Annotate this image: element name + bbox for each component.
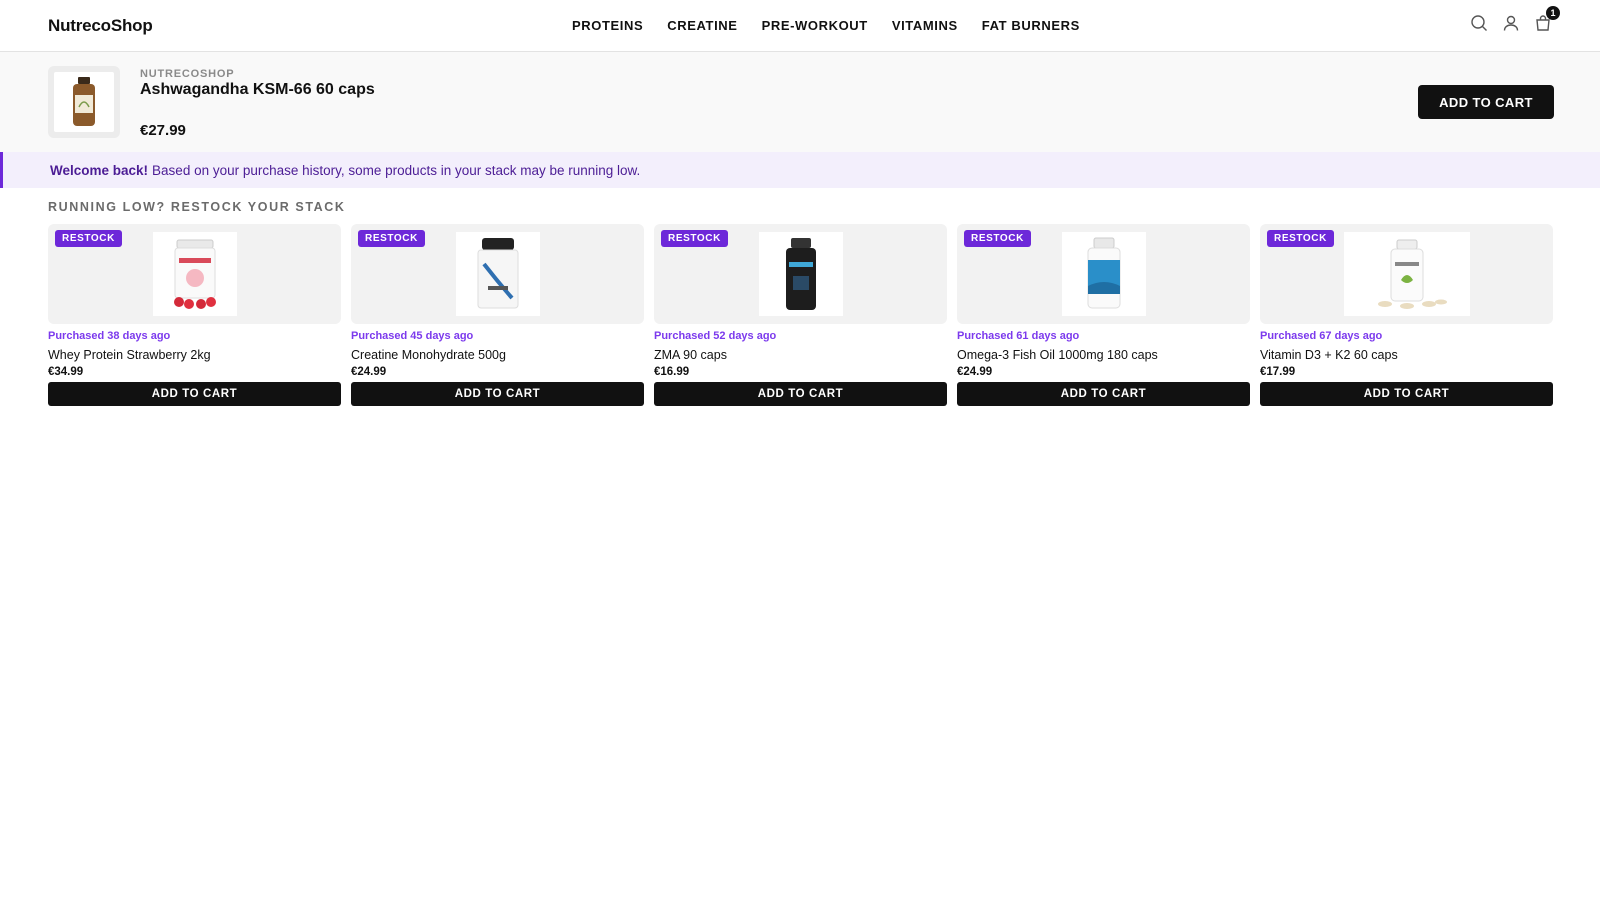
card-product-name[interactable]: Creatine Monohydrate 500g: [351, 348, 644, 362]
product-brand: NUTRECOSHOP: [140, 68, 235, 80]
card-image[interactable]: RESTOCK: [351, 224, 644, 324]
nav-item-pre-workout[interactable]: PRE-WORKOUT: [762, 18, 868, 33]
site-logo[interactable]: NutrecoShop: [48, 16, 153, 36]
purchased-ago: Purchased 52 days ago: [654, 330, 777, 342]
sticky-product-bar: NUTRECOSHOP Ashwagandha KSM-66 60 caps €…: [0, 52, 1600, 152]
restock-card: RESTOCK Purchased 52 days ago ZMA 90 cap…: [654, 224, 947, 406]
vitamin-d3-bottle-image: [1343, 232, 1470, 316]
card-add-to-cart-button[interactable]: ADD TO CART: [1260, 382, 1553, 406]
nav-item-creatine[interactable]: CREATINE: [667, 18, 737, 33]
welcome-bold: Welcome back!: [50, 162, 149, 178]
card-product-name[interactable]: ZMA 90 caps: [654, 348, 947, 362]
whey-tub-image: [152, 232, 237, 316]
restock-badge: RESTOCK: [358, 230, 425, 247]
nav-item-fat-burners[interactable]: FAT BURNERS: [982, 18, 1080, 33]
user-icon[interactable]: [1502, 14, 1520, 32]
purchased-ago: Purchased 67 days ago: [1260, 330, 1383, 342]
product-name: Ashwagandha KSM-66 60 caps: [140, 81, 375, 98]
nav-item-proteins[interactable]: PROTEINS: [572, 18, 643, 33]
main-nav: PROTEINS CREATINE PRE-WORKOUT VITAMINS F…: [572, 18, 1080, 33]
product-price: €27.99: [140, 122, 186, 139]
card-add-to-cart-button[interactable]: ADD TO CART: [48, 382, 341, 406]
restock-badge: RESTOCK: [1267, 230, 1334, 247]
nav-item-vitamins[interactable]: VITAMINS: [892, 18, 958, 33]
card-price: €17.99: [1260, 366, 1296, 378]
welcome-text: Based on your purchase history, some pro…: [152, 162, 641, 178]
purchased-ago: Purchased 38 days ago: [48, 330, 171, 342]
creatine-tub-image: [455, 232, 540, 316]
card-image[interactable]: RESTOCK: [1260, 224, 1553, 324]
restock-card-list: RESTOCK Purchased 38 days ago Whey Prote…: [48, 224, 1554, 406]
card-add-to-cart-button[interactable]: ADD TO CART: [654, 382, 947, 406]
card-image[interactable]: RESTOCK: [48, 224, 341, 324]
card-price: €24.99: [351, 366, 387, 378]
card-product-name[interactable]: Vitamin D3 + K2 60 caps: [1260, 348, 1553, 362]
card-product-name[interactable]: Whey Protein Strawberry 2kg: [48, 348, 341, 362]
product-thumbnail: [48, 66, 120, 138]
purchased-ago: Purchased 45 days ago: [351, 330, 474, 342]
card-image[interactable]: RESTOCK: [654, 224, 947, 324]
card-price: €34.99: [48, 366, 84, 378]
card-price: €16.99: [654, 366, 690, 378]
section-title: RUNNING LOW? RESTOCK YOUR STACK: [48, 200, 346, 214]
omega3-bottle-image: [1061, 232, 1146, 316]
header-actions: 1: [1470, 6, 1560, 32]
restock-card: RESTOCK Purchased 61 days ago Omega-3 Fi…: [957, 224, 1250, 406]
welcome-banner: Welcome back! Based on your purchase his…: [0, 152, 1600, 188]
cart-count-badge: 1: [1546, 6, 1560, 20]
restock-card: RESTOCK Purchased 38 days ago Whey Prote…: [48, 224, 341, 406]
restock-badge: RESTOCK: [964, 230, 1031, 247]
purchased-ago: Purchased 61 days ago: [957, 330, 1080, 342]
zma-bottle-image: [758, 232, 843, 316]
restock-badge: RESTOCK: [55, 230, 122, 247]
site-header: NutrecoShop PROTEINS CREATINE PRE-WORKOU…: [0, 0, 1600, 52]
card-add-to-cart-button[interactable]: ADD TO CART: [957, 382, 1250, 406]
bottle-image: [54, 72, 114, 132]
card-add-to-cart-button[interactable]: ADD TO CART: [351, 382, 644, 406]
card-product-name[interactable]: Omega-3 Fish Oil 1000mg 180 caps: [957, 348, 1250, 362]
restock-card: RESTOCK Purchased 45 days ago Creatine M…: [351, 224, 644, 406]
restock-card: RESTOCK Purchased 67 days ago Vitamin D3…: [1260, 224, 1553, 406]
search-icon[interactable]: [1470, 14, 1488, 32]
card-price: €24.99: [957, 366, 993, 378]
restock-badge: RESTOCK: [661, 230, 728, 247]
add-to-cart-button[interactable]: ADD TO CART: [1418, 85, 1554, 119]
cart-icon[interactable]: 1: [1534, 6, 1560, 32]
card-image[interactable]: RESTOCK: [957, 224, 1250, 324]
